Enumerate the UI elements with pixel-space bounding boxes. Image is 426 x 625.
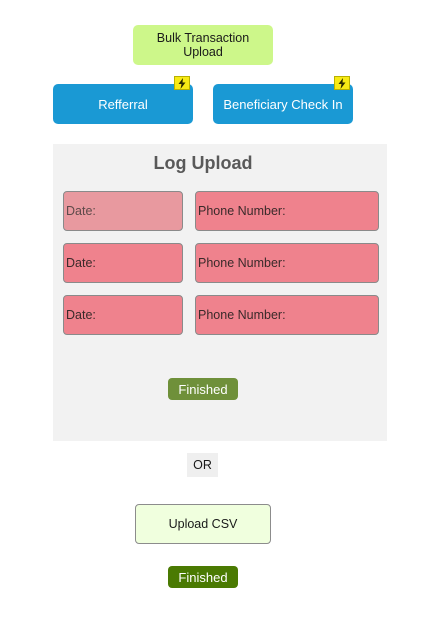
date-field-label: Date:	[66, 204, 96, 218]
beneficiary-check-in-label: Beneficiary Check In	[223, 96, 343, 112]
phone-number-field[interactable]: Phone Number:	[195, 191, 379, 231]
upload-csv-button[interactable]: Upload CSV	[135, 504, 271, 544]
upload-csv-label: Upload CSV	[168, 517, 238, 531]
or-separator: OR	[187, 453, 218, 477]
phone-number-field-label: Phone Number:	[198, 308, 286, 322]
beneficiary-check-in-button[interactable]: Beneficiary Check In	[213, 84, 353, 124]
date-field-label: Date:	[66, 256, 96, 270]
csv-finished-button[interactable]: Finished	[168, 566, 238, 588]
log-upload-title: Log Upload	[153, 153, 253, 173]
date-field-label: Date:	[66, 308, 96, 322]
log-finished-button[interactable]: Finished	[168, 378, 238, 400]
phone-number-field-label: Phone Number:	[198, 256, 286, 270]
lightning-bolt-icon	[334, 76, 350, 90]
date-field[interactable]: Date:	[63, 295, 183, 335]
bulk-transaction-upload-label: Bulk Transaction Upload	[156, 31, 250, 59]
phone-number-field[interactable]: Phone Number:	[195, 295, 379, 335]
date-field[interactable]: Date:	[63, 191, 183, 231]
csv-finished-label: Finished	[178, 569, 228, 585]
bulk-transaction-upload-button[interactable]: Bulk Transaction Upload	[133, 25, 273, 65]
date-field[interactable]: Date:	[63, 243, 183, 283]
or-label: OR	[193, 458, 212, 472]
phone-number-field-label: Phone Number:	[198, 204, 286, 218]
log-finished-label: Finished	[178, 381, 228, 397]
referral-label: Refferral	[98, 96, 148, 112]
phone-number-field[interactable]: Phone Number:	[195, 243, 379, 283]
lightning-bolt-icon	[174, 76, 190, 90]
referral-button[interactable]: Refferral	[53, 84, 193, 124]
